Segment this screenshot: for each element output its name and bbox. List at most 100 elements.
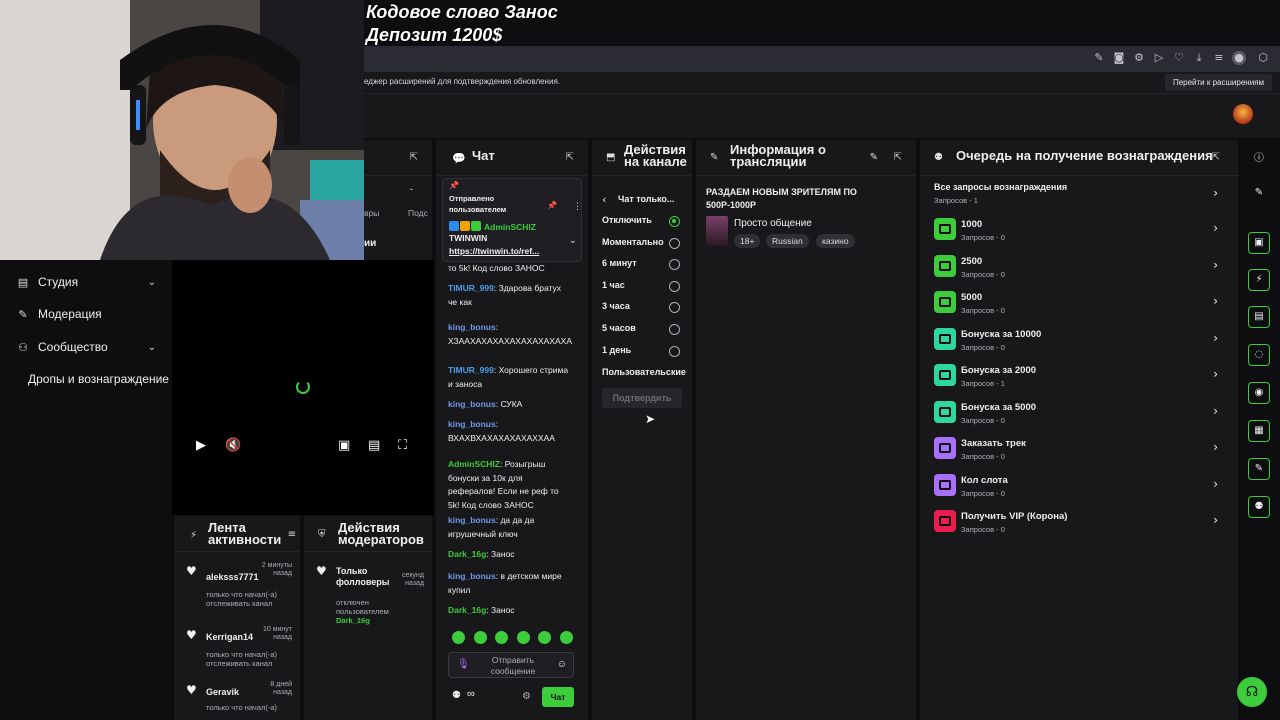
chat-message[interactable]: Dark_16g: Занос (448, 548, 572, 562)
chat-username[interactable]: Dark_16g (448, 549, 486, 559)
chat-username[interactable]: king_bonus (448, 571, 496, 581)
duration-option-label[interactable]: 5 часов (602, 323, 636, 333)
chat-message[interactable]: Dark_16g: Занос (448, 604, 572, 618)
chat-icon[interactable]: ◌ (1248, 344, 1270, 366)
settings-icon[interactable]: ⚙ (522, 691, 531, 702)
rewards-icon[interactable]: ⚉ (1248, 496, 1270, 518)
extensions-icon[interactable]: ⬡ (1256, 51, 1270, 65)
category-box-art[interactable] (706, 216, 728, 246)
chat-username[interactable]: TIMUR_999 (448, 283, 494, 293)
chat-message[interactable]: king_bonus: ВХАХВХАХАХАХАХАХХАА (448, 418, 572, 445)
chat-message[interactable]: TIMUR_999: Здарова братух че как (448, 282, 572, 309)
sidebar-item-drops[interactable]: Дропы и вознаграждение (28, 372, 169, 386)
duration-radio[interactable] (669, 216, 680, 227)
duration-option-label[interactable]: 3 часа (602, 301, 630, 311)
chat-username[interactable]: king_bonus (448, 419, 496, 429)
wrench-icon[interactable]: ✎ (1248, 458, 1270, 480)
settings-icon[interactable]: ⚙ (1132, 51, 1146, 65)
chevron-right-icon[interactable]: › (1213, 440, 1218, 454)
info-icon[interactable]: ⓘ (1248, 148, 1270, 170)
profile-icon[interactable]: ● (1232, 51, 1246, 65)
chat-message[interactable]: king_bonus: ХЗААХАХАХАХАХАХАХАХАХА (448, 321, 572, 348)
mute-icon[interactable]: 🔇 (225, 438, 241, 453)
pinned-user[interactable]: AdminSCHIZ (449, 221, 536, 232)
filter-icon[interactable]: ≡ (288, 529, 296, 540)
chat-message[interactable]: king_bonus: в детском мире купил (448, 570, 572, 597)
emoji-icon[interactable]: ☺ (557, 659, 567, 670)
emote-icon[interactable] (538, 631, 551, 644)
duration-radio[interactable] (669, 345, 680, 357)
emote-icon[interactable] (516, 631, 530, 644)
reward-title[interactable]: Бонуска за 2000 (961, 365, 1036, 376)
chevron-right-icon[interactable]: › (1213, 404, 1218, 418)
emote-icon[interactable] (473, 631, 487, 644)
sidebar-item-community[interactable]: ⚇ Сообщество ⌄ (16, 340, 156, 354)
duration-radio[interactable] (669, 324, 680, 335)
chat-username[interactable]: king_bonus (448, 322, 496, 332)
bolt-icon[interactable]: ⚡ (1248, 269, 1270, 291)
chat-input[interactable]: 🎙 Отправить сообщение ☺ (448, 652, 574, 678)
edit-icon[interactable]: ✎ (1248, 182, 1270, 204)
reward-title[interactable]: Бонуска за 10000 (961, 329, 1041, 340)
pinned-link[interactable]: https://twinwin.to/ref... (449, 246, 539, 256)
duration-option-label[interactable]: 6 минут (602, 258, 637, 268)
duration-radio[interactable] (669, 259, 680, 271)
avatar[interactable] (1233, 104, 1253, 124)
pinned-message[interactable]: 📌 Отправлено пользователем 📌 ⋮ AdminSCHI… (442, 178, 582, 262)
sidebar-item-moderation[interactable]: ✎ Модерация (16, 307, 101, 321)
follower-name[interactable]: Kerrigan14 (206, 632, 253, 642)
back-label[interactable]: Чат только... (618, 194, 674, 204)
custom-duration-label[interactable]: Пользовательские (602, 367, 686, 377)
chat-message[interactable]: king_bonus: да да да игрушечный ключ (448, 514, 572, 541)
reward-title[interactable]: Кол слота (961, 475, 1008, 486)
chevron-right-icon[interactable]: › (1213, 221, 1218, 235)
video-player[interactable]: ▶ 🔇 ▣ ▤ ⛶ (172, 260, 434, 515)
category-name[interactable]: Просто общение (734, 218, 812, 229)
popout-icon[interactable]: ⇱ (1212, 152, 1220, 163)
duration-option-label[interactable]: Моментально (602, 237, 664, 247)
back-arrow-icon[interactable]: ‹ (602, 193, 606, 206)
chat-message[interactable]: TIMUR_999: Хорошего стрима и заноса (448, 364, 572, 391)
duration-radio[interactable] (669, 280, 680, 292)
reward-title[interactable]: 5000 (961, 292, 982, 303)
popout-icon[interactable]: ⇱ (894, 152, 902, 163)
channel-points-icon[interactable]: ⚉ (452, 690, 461, 701)
chevron-right-icon[interactable]: › (1213, 331, 1218, 345)
edit-icon[interactable]: ✎ (870, 152, 878, 163)
chat-send-button[interactable]: Чат (542, 687, 574, 707)
tag[interactable]: казино (816, 234, 855, 248)
emote-icon[interactable] (452, 631, 465, 644)
popout-icon[interactable]: ⇱ (410, 152, 418, 163)
go-to-extensions-button[interactable]: Перейти к расширениям (1164, 74, 1272, 91)
chat-message[interactable]: AdminSCHIZ: Розыгрыш бонуски за 10к для … (448, 458, 572, 512)
reward-title[interactable]: Бонуска за 5000 (961, 402, 1036, 413)
chevron-right-icon[interactable]: › (1213, 367, 1218, 381)
duration-radio[interactable] (669, 237, 680, 249)
emote-icon[interactable] (495, 631, 508, 644)
capture-icon[interactable]: ▣ (1248, 232, 1270, 254)
help-button[interactable]: ☊ (1237, 677, 1267, 707)
reward-title[interactable]: 2500 (961, 256, 982, 267)
camera-icon[interactable]: ◙ (1112, 51, 1126, 65)
emote-icon[interactable] (559, 631, 573, 644)
document-icon[interactable]: ▤ (1248, 306, 1270, 328)
more-options-icon[interactable]: ⋮ (573, 201, 582, 212)
chat-username[interactable]: king_bonus (448, 399, 496, 409)
download-icon[interactable]: ⤓ (1192, 51, 1206, 65)
duration-radio[interactable] (669, 302, 680, 314)
fullscreen-icon[interactable]: ⛶ (398, 438, 407, 453)
moderator-name[interactable]: Dark_16g (336, 616, 370, 625)
heart-icon[interactable]: ♡ (1172, 51, 1186, 65)
broadcast-icon[interactable]: ◉ (1248, 382, 1270, 404)
tag[interactable]: Russian (766, 234, 809, 248)
reward-title[interactable]: 1000 (961, 219, 982, 230)
chevron-right-icon[interactable]: › (1213, 258, 1218, 272)
chat-username[interactable]: TIMUR_999 (448, 365, 494, 375)
sidebar-item-studio[interactable]: ▤ Студия ⌄ (16, 275, 156, 289)
confirm-button[interactable]: Подтвердить (602, 388, 682, 408)
follower-name[interactable]: aleksss7771 (206, 572, 259, 582)
reward-title[interactable]: Заказать трек (961, 438, 1026, 449)
reward-title[interactable]: Получить VIP (Корона) (961, 511, 1067, 522)
pin-icon[interactable]: 📌 (547, 201, 557, 210)
all-rewards-row[interactable]: Все запросы вознаграждения Запросов - 1 … (920, 180, 1238, 210)
